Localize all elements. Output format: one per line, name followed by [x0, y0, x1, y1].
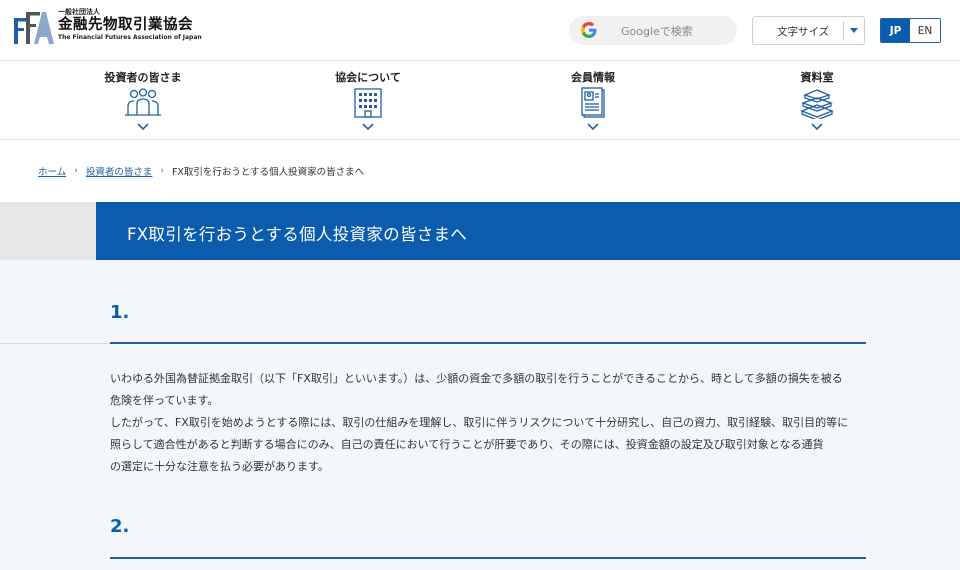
site-header: 一般社団法人 金融先物取引業協会 The Financial Futures A… [0, 0, 960, 61]
chevron-down-icon [137, 123, 149, 131]
google-search-box[interactable]: Googleで検索 [569, 16, 737, 45]
books-icon [800, 89, 834, 119]
section-number: 2. [110, 516, 130, 537]
member-document-icon [581, 87, 605, 118]
nav-label: 会員情報 [571, 71, 615, 84]
caret-down-icon [850, 28, 858, 33]
font-size-label: 文字サイズ [777, 26, 830, 38]
chevron-down-icon [587, 123, 599, 131]
nav-label: 資料室 [800, 71, 834, 84]
section-number: 1. [110, 302, 130, 323]
global-nav: 投資者の皆さま 協会について 会員情報 資料室 [0, 61, 960, 140]
logo-subtitle: 一般社団法人 [58, 8, 100, 16]
font-size-select[interactable]: 文字サイズ [752, 16, 865, 45]
section-line: 危険を伴っています。 [110, 394, 219, 407]
section-line: したがって、FX取引を始めようとする際には、取引の仕組みを理解し、取引に伴うリス… [110, 416, 849, 429]
breadcrumb: ホーム › 投資者の皆さま › FX取引を行おうとする個人投資家の皆さまへ [38, 164, 364, 178]
nav-label: 投資者の皆さま [104, 71, 182, 84]
building-icon [354, 88, 382, 118]
chevron-down-icon [811, 123, 823, 131]
main-content: 1. いわゆる外国為替証拠金取引（以下「FX取引」といいます。）は、少額の資金で… [0, 260, 960, 570]
breadcrumb-separator-icon: › [160, 166, 164, 176]
section-divider [110, 342, 866, 344]
nav-item-investors[interactable]: 投資者の皆さま [68, 61, 218, 140]
lang-en-button[interactable]: EN [910, 19, 940, 42]
nav-item-library[interactable]: 資料室 [742, 61, 892, 140]
font-size-divider [843, 21, 844, 40]
nav-label: 協会について [335, 71, 401, 84]
section-divider [110, 557, 866, 559]
logo-title: 金融先物取引業協会 [58, 17, 193, 33]
chevron-down-icon [362, 123, 374, 131]
section-divider-grey [0, 343, 110, 344]
page-title-band: FX取引を行おうとする個人投資家の皆さまへ [0, 202, 960, 260]
nav-item-members[interactable]: 会員情報 [518, 61, 668, 140]
breadcrumb-current: FX取引を行おうとする個人投資家の皆さまへ [171, 167, 365, 178]
people-icon [125, 88, 161, 116]
site-logo[interactable]: 一般社団法人 金融先物取引業協会 The Financial Futures A… [12, 8, 202, 48]
breadcrumb-separator-icon: › [74, 166, 78, 176]
page-title: FX取引を行おうとする個人投資家の皆さまへ [127, 225, 468, 244]
language-switcher: JP EN [880, 18, 941, 43]
breadcrumb-home-link[interactable]: ホーム [38, 164, 66, 178]
section-line: の選定に十分な注意を払う必要があります。 [110, 460, 329, 473]
ffaj-logo-icon [14, 12, 54, 44]
breadcrumb-investors-link[interactable]: 投資者の皆さま [86, 164, 153, 178]
section-body: いわゆる外国為替証拠金取引（以下「FX取引」といいます。）は、少額の資金で多額の… [110, 368, 866, 478]
section-line: 照らして適合性があると判断する場合にのみ、自己の責任において行うことが肝要であり… [110, 438, 824, 451]
search-placeholder: Googleで検索 [621, 25, 693, 38]
lang-jp-button[interactable]: JP [881, 19, 911, 42]
nav-item-about[interactable]: 協会について [293, 61, 443, 140]
section-line: いわゆる外国為替証拠金取引（以下「FX取引」といいます。）は、少額の資金で多額の… [110, 372, 843, 385]
logo-english: The Financial Futures Association of Jap… [58, 34, 202, 41]
google-icon [581, 22, 597, 38]
